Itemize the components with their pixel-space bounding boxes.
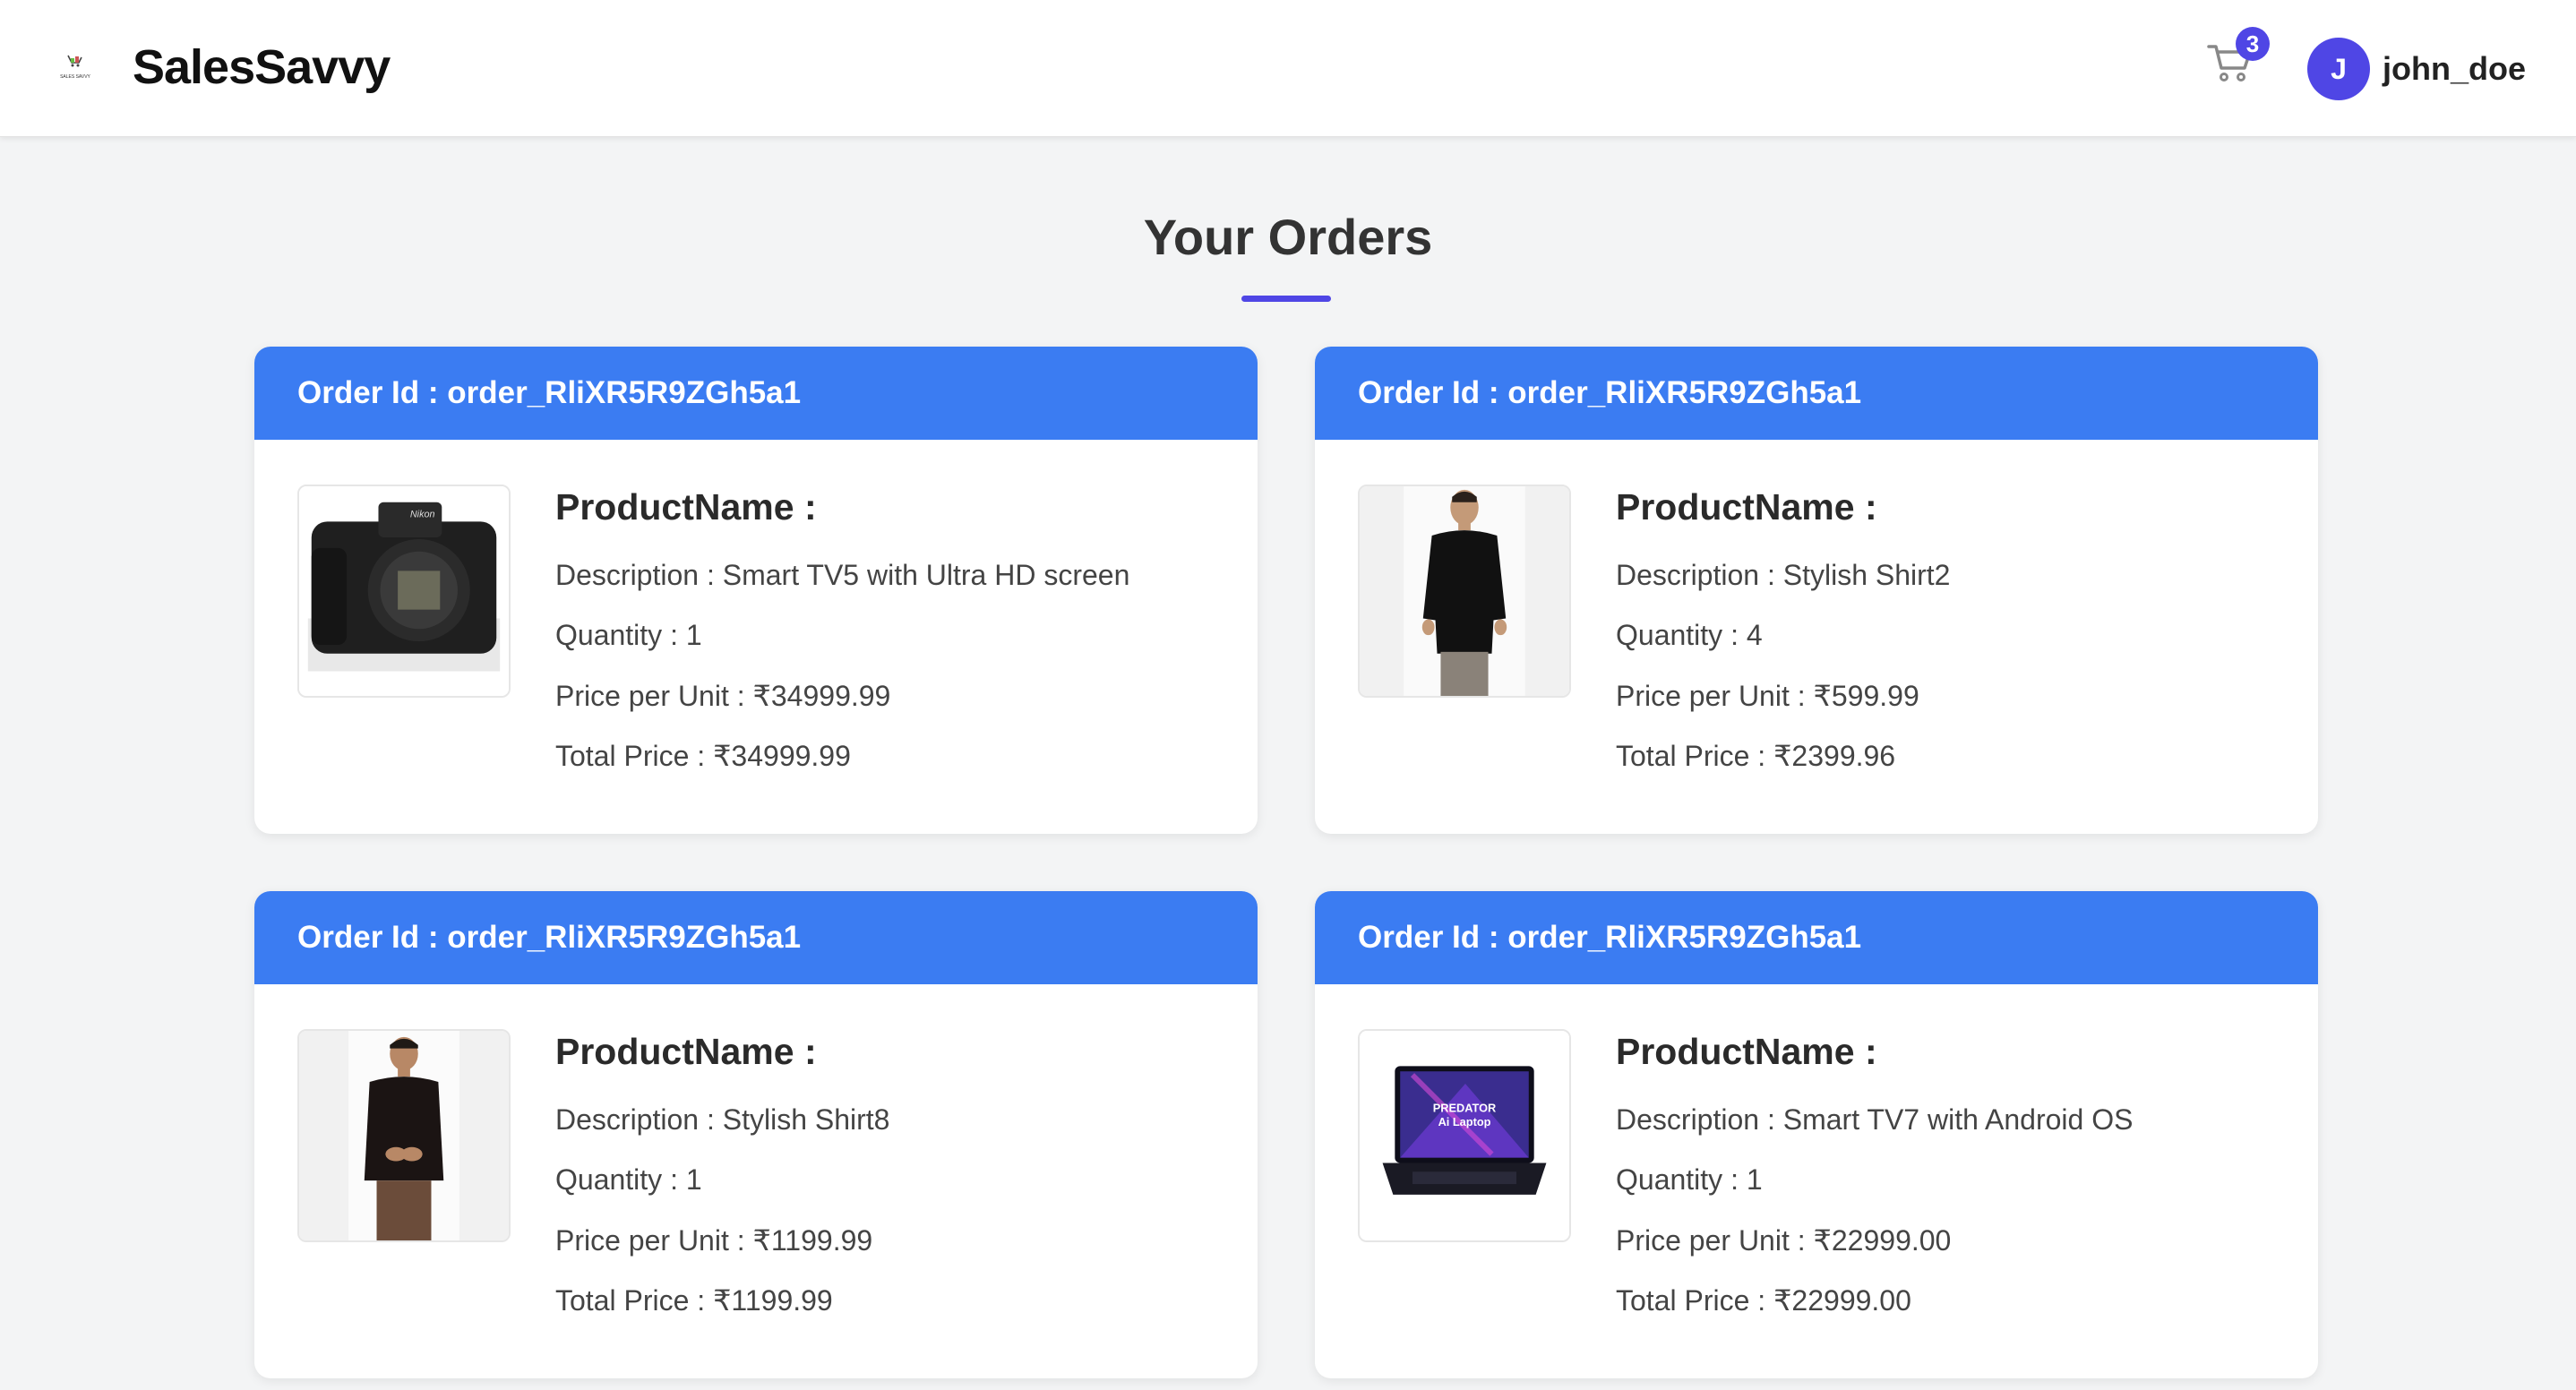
product-name-label: ProductName :	[555, 1031, 817, 1072]
product-image-shirt	[1358, 485, 1571, 698]
laptop-image-line-2: Ai Laptop	[1438, 1115, 1491, 1128]
product-image-camera: Nikon	[297, 485, 511, 698]
order-card: Order Id : order_RliXR5R9ZGh5a1 ProductN…	[254, 891, 1258, 1378]
price-per-unit: Price per Unit : ₹34999.99	[555, 680, 891, 712]
order-id-header: Order Id : order_RliXR5R9ZGh5a1	[254, 347, 1258, 440]
page-title: Your Orders	[1143, 209, 1433, 265]
total-price: Total Price : ₹22999.00	[1616, 1284, 1911, 1317]
order-card: Order Id : order_RliXR5R9ZGh5a1 PREDATOR…	[1315, 891, 2318, 1378]
order-id-header: Order Id : order_RliXR5R9ZGh5a1	[1315, 347, 2318, 440]
product-description: Description : Smart TV7 with Android OS	[1616, 1103, 2134, 1136]
cart-count-badge: 3	[2236, 27, 2270, 61]
total-price: Total Price : ₹1199.99	[555, 1284, 833, 1317]
order-id-header: Order Id : order_RliXR5R9ZGh5a1	[1315, 891, 2318, 984]
product-name-label: ProductName :	[1616, 1031, 1877, 1072]
total-price: Total Price : ₹34999.99	[555, 740, 851, 772]
brand-name[interactable]: SalesSavvy	[133, 39, 391, 95]
user-avatar[interactable]: J	[2307, 38, 2370, 100]
price-per-unit: Price per Unit : ₹599.99	[1616, 680, 1919, 712]
product-name-label: ProductName :	[1616, 486, 1877, 528]
product-quantity: Quantity : 1	[555, 619, 702, 651]
product-quantity: Quantity : 1	[1616, 1163, 1763, 1196]
total-price: Total Price : ₹2399.96	[1616, 740, 1896, 772]
price-per-unit: Price per Unit : ₹1199.99	[555, 1224, 873, 1257]
order-card: Order Id : order_RliXR5R9ZGh5a1 Nikon Pr…	[254, 347, 1258, 834]
svg-text:Nikon: Nikon	[410, 509, 435, 519]
product-name-label: ProductName :	[555, 486, 817, 528]
product-image-laptop: PREDATOR Ai Laptop	[1358, 1029, 1571, 1242]
product-quantity: Quantity : 4	[1616, 619, 1763, 651]
product-image-shirt	[297, 1029, 511, 1242]
laptop-image-line-1: PREDATOR	[1433, 1101, 1496, 1114]
logo-icon[interactable]: SALES SAVVY	[52, 50, 99, 86]
product-description: Description : Smart TV5 with Ultra HD sc…	[555, 559, 1130, 591]
logo-text: SALES SAVVY	[60, 74, 90, 80]
order-card: Order Id : order_RliXR5R9ZGh5a1 ProductN…	[1315, 347, 2318, 834]
order-id-header: Order Id : order_RliXR5R9ZGh5a1	[254, 891, 1258, 984]
top-navbar: SALES SAVVY SalesSavvy 3 J john_doe	[0, 0, 2576, 137]
product-description: Description : Stylish Shirt2	[1616, 559, 1951, 591]
username-label[interactable]: john_doe	[2383, 50, 2526, 88]
title-underline	[1241, 296, 1331, 302]
product-quantity: Quantity : 1	[555, 1163, 702, 1196]
price-per-unit: Price per Unit : ₹22999.00	[1616, 1224, 1952, 1257]
product-description: Description : Stylish Shirt8	[555, 1103, 890, 1136]
